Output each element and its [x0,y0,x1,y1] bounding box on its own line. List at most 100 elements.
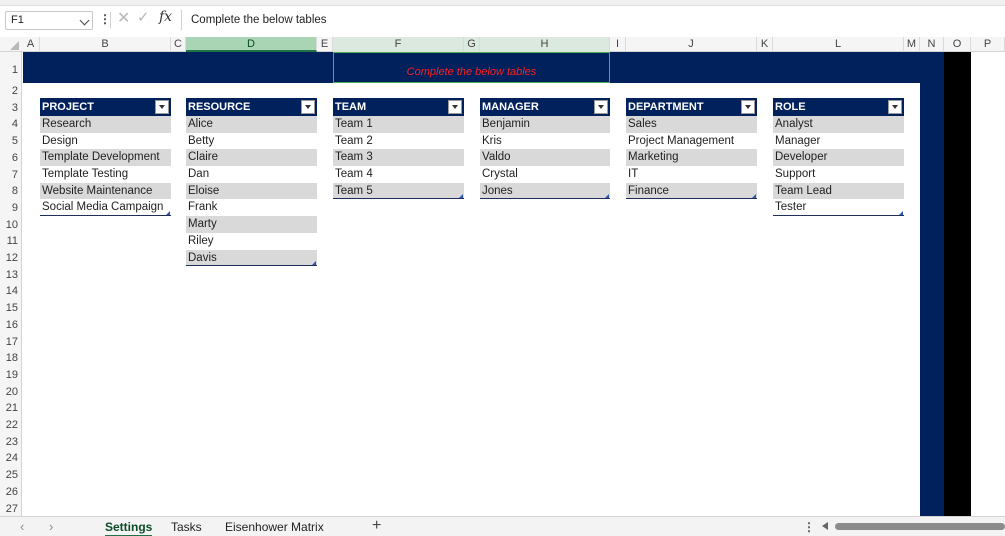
table-cell[interactable]: Sales [626,116,757,133]
enter-check-icon[interactable]: ✓ [137,8,150,26]
row-header[interactable]: 19 [0,367,22,384]
column-header-h[interactable]: H [480,37,610,52]
table-cell[interactable]: Riley [186,233,317,250]
row-header[interactable]: 21 [0,400,22,417]
table-cell[interactable]: Benjamin [480,116,610,133]
more-options-icon[interactable]: ⋮ [803,520,815,534]
row-header[interactable]: 14 [0,283,22,300]
filter-dropdown-icon[interactable] [594,100,608,114]
chevron-right-icon[interactable]: › [49,519,53,534]
row-header[interactable]: 2 [0,83,22,100]
filter-dropdown-icon[interactable] [155,100,169,114]
row-header[interactable]: 10 [0,217,22,234]
table-cell[interactable]: Developer [773,149,904,167]
table-cell[interactable]: Crystal [480,166,610,183]
column-header-b[interactable]: B [40,37,171,52]
row-header[interactable]: 27 [0,501,22,517]
column-header-m[interactable]: M [904,37,920,52]
table-cell[interactable]: Team Lead [773,182,904,200]
row-header[interactable]: 20 [0,384,22,401]
worksheet-grid[interactable]: Complete the below tables PROJECT Resear… [23,52,1005,516]
table-cell[interactable]: Template Development [40,149,171,167]
column-header-a[interactable]: A [22,37,40,52]
row-header[interactable]: 5 [0,133,22,150]
horizontal-scrollbar[interactable] [822,521,1005,533]
table-cell[interactable]: Support [773,166,904,183]
table-cell[interactable]: Kris [480,133,610,150]
column-header-j[interactable]: J [626,37,757,52]
row-header[interactable]: 9 [0,200,22,217]
table-cell[interactable]: Davis [186,249,317,267]
row-header[interactable]: 7 [0,167,22,184]
table-cell[interactable]: Marty [186,216,317,233]
row-header[interactable]: 26 [0,484,22,501]
column-header-i[interactable]: I [610,37,626,52]
table-cell[interactable]: Research [40,116,171,133]
table-cell[interactable]: Valdo [480,149,610,167]
table-cell[interactable]: Manager [773,133,904,150]
row-header[interactable]: 22 [0,417,22,434]
row-header[interactable]: 6 [0,150,22,167]
row-header[interactable]: 1 [0,52,22,83]
filter-dropdown-icon[interactable] [741,100,755,114]
row-header[interactable]: 17 [0,334,22,351]
column-header-p[interactable]: P [971,37,1005,52]
tab-settings[interactable]: Settings [105,520,153,536]
column-header-f[interactable]: F [333,37,464,52]
table-cell[interactable]: Jones [480,182,610,200]
row-header[interactable]: 24 [0,450,22,467]
row-header[interactable]: 16 [0,317,22,334]
column-header-e[interactable]: E [317,37,333,52]
row-header[interactable]: 12 [0,250,22,267]
row-header[interactable]: 18 [0,350,22,367]
table-cell[interactable]: Website Maintenance [40,182,171,200]
filter-dropdown-icon[interactable] [448,100,462,114]
table-cell[interactable]: Frank [186,199,317,216]
filter-dropdown-icon[interactable] [888,100,902,114]
table-cell[interactable]: Project Management [626,133,757,150]
table-cell[interactable]: Team 1 [333,116,464,133]
table-cell[interactable]: Team 5 [333,182,464,200]
column-header-n[interactable]: N [920,37,944,52]
scroll-left-icon[interactable] [822,522,828,530]
row-header[interactable]: 11 [0,233,22,250]
add-sheet-icon[interactable]: + [372,517,381,535]
filter-dropdown-icon[interactable] [301,100,315,114]
table-cell[interactable]: Marketing [626,149,757,167]
table-cell[interactable]: Betty [186,133,317,150]
row-header[interactable]: 8 [0,183,22,200]
row-header[interactable]: 4 [0,116,22,133]
tab-eisenhower-matrix[interactable]: Eisenhower Matrix [225,520,324,534]
chevron-down-icon[interactable] [79,15,90,26]
tab-tasks[interactable]: Tasks [171,520,202,534]
select-all-corner[interactable] [0,37,22,52]
column-header-o[interactable]: O [944,37,971,52]
column-header-d[interactable]: D [186,37,317,52]
table-cell[interactable]: Finance [626,182,757,200]
column-header-l[interactable]: L [773,37,904,52]
table-cell[interactable]: Eloise [186,182,317,200]
row-header[interactable]: 23 [0,434,22,451]
scrollbar-thumb[interactable] [835,523,1005,530]
table-cell[interactable]: Tester [773,199,904,217]
row-header[interactable]: 25 [0,467,22,484]
table-cell[interactable]: Social Media Campaign [40,199,171,217]
row-header[interactable]: 3 [0,100,22,117]
table-cell[interactable]: Design [40,133,171,150]
formula-input[interactable]: Complete the below tables [181,10,1001,30]
table-cell[interactable]: Team 2 [333,133,464,150]
row-header[interactable]: 15 [0,300,22,317]
column-header-k[interactable]: K [757,37,773,52]
name-box[interactable]: F1 [5,11,93,30]
table-cell[interactable]: IT [626,166,757,183]
selected-cell-banner[interactable]: Complete the below tables [333,52,610,83]
table-cell[interactable]: Dan [186,166,317,183]
column-header-c[interactable]: C [171,37,186,52]
row-header[interactable]: 13 [0,267,22,284]
table-cell[interactable]: Team 4 [333,166,464,183]
chevron-left-icon[interactable]: ‹ [20,519,24,534]
table-cell[interactable]: Alice [186,116,317,133]
insert-function-icon[interactable]: fx [159,9,172,25]
cancel-icon[interactable]: ✕ [117,8,130,28]
table-cell[interactable]: Analyst [773,116,904,133]
